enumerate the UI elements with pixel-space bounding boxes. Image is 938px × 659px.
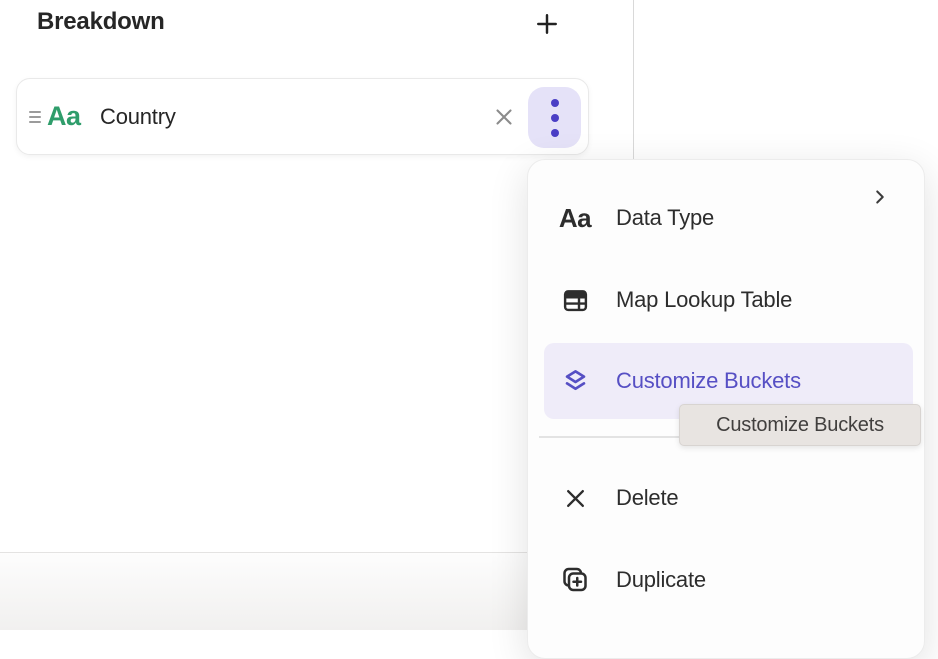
chevron-right-icon <box>869 186 891 213</box>
kebab-icon <box>550 98 560 138</box>
drag-handle-icon[interactable] <box>21 79 49 154</box>
text-type-icon: Aa <box>560 203 590 233</box>
menu-item-duplicate[interactable]: Duplicate <box>544 542 913 618</box>
menu-item-label: Data Type <box>616 205 714 231</box>
panel-divider <box>633 0 634 160</box>
menu-item-map-lookup-table[interactable]: Map Lookup Table <box>544 262 913 338</box>
context-menu: Aa Data Type Map Lookup Table Customize … <box>527 159 925 659</box>
menu-item-label: Map Lookup Table <box>616 287 792 313</box>
plus-icon <box>533 10 561 38</box>
remove-field-button[interactable] <box>485 98 523 136</box>
menu-item-label: Customize Buckets <box>616 368 801 394</box>
breakdown-field-card[interactable]: Aa Country <box>16 78 589 155</box>
customize-buckets-tooltip: Customize Buckets <box>679 404 921 446</box>
menu-item-label: Delete <box>616 485 678 511</box>
page-title: Breakdown <box>37 8 165 36</box>
menu-item-data-type[interactable]: Aa Data Type <box>544 180 913 256</box>
text-type-icon: Aa <box>47 79 81 154</box>
layers-icon <box>560 366 590 396</box>
x-icon <box>560 483 590 513</box>
menu-item-label: Duplicate <box>616 567 706 593</box>
table-icon <box>560 285 590 315</box>
field-label: Country <box>100 79 176 154</box>
add-breakdown-button[interactable] <box>529 6 565 42</box>
duplicate-icon <box>560 565 590 595</box>
close-icon <box>491 104 517 130</box>
menu-item-delete[interactable]: Delete <box>544 460 913 536</box>
field-menu-button[interactable] <box>528 87 581 148</box>
